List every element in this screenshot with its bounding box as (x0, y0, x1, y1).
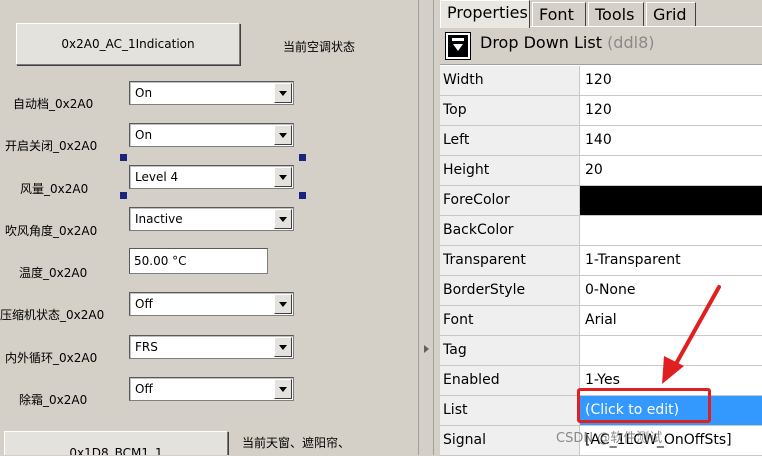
ac-status-caption: 当前空调状态 (283, 40, 356, 54)
chevron-down-icon[interactable] (274, 337, 292, 357)
forecolor-swatch[interactable] (580, 186, 762, 215)
property-value[interactable]: Arial (580, 306, 762, 335)
fan-level-dropdown[interactable]: Level 4 (129, 165, 294, 189)
selection-handle[interactable] (299, 192, 306, 199)
property-value[interactable]: 120 (580, 66, 762, 95)
compressor-dropdown[interactable]: Off (129, 292, 294, 316)
field-label-defrost: 除霜_0x2A0 (19, 393, 88, 407)
circulation-dropdown[interactable]: FRS (129, 335, 294, 359)
property-name: List (440, 396, 580, 425)
control-type: Drop Down List (480, 33, 602, 52)
property-inspector: Properties Font Tools Grid Drop Down Lis… (434, 0, 762, 456)
property-row-height[interactable]: Height 20 (440, 156, 762, 186)
property-row-backcolor[interactable]: BackColor (440, 216, 762, 246)
angle-dropdown-value: Inactive (135, 212, 183, 226)
chevron-down-icon[interactable] (274, 209, 292, 229)
field-label-auto: 自动档_0x2A0 (13, 97, 94, 111)
bcm1-button-label: 0x1D8_BCM1_1 (69, 446, 163, 455)
property-name: Enabled (440, 366, 580, 395)
property-row-forecolor[interactable]: ForeColor (440, 186, 762, 216)
property-name: BorderStyle (440, 276, 580, 305)
auto-dropdown[interactable]: On (129, 81, 294, 105)
compressor-dropdown-value: Off (135, 297, 153, 311)
property-value[interactable]: 0-None (580, 276, 762, 305)
property-value[interactable]: 20 (580, 156, 762, 185)
chevron-down-icon[interactable] (274, 83, 292, 103)
property-name: Transparent (440, 246, 580, 275)
temperature-value: 50.00 °C (134, 254, 187, 268)
onoff-dropdown[interactable]: On (129, 123, 294, 147)
property-name: Tag (440, 336, 580, 365)
ac-indication-button[interactable]: 0x2A0_AC_1Indication (16, 23, 240, 65)
field-label-onoff: 开启关闭_0x2A0 (5, 139, 98, 153)
tab-tools[interactable]: Tools (588, 2, 644, 27)
property-name: Width (440, 66, 580, 95)
selection-handle[interactable] (120, 192, 127, 199)
field-label-circulation: 内外循环_0x2A0 (5, 351, 98, 365)
chevron-down-icon[interactable] (274, 379, 292, 399)
tab-grid[interactable]: Grid (646, 2, 696, 27)
property-name: Font (440, 306, 580, 335)
panel-splitter[interactable] (418, 0, 434, 455)
field-label-fan: 风量_0x2A0 (20, 182, 89, 196)
property-name: BackColor (440, 216, 580, 245)
tab-font[interactable]: Font (532, 2, 586, 27)
property-row-borderstyle[interactable]: BorderStyle 0-None (440, 276, 762, 306)
property-name: Height (440, 156, 580, 185)
onoff-dropdown-value: On (135, 128, 153, 142)
defrost-dropdown-value: Off (135, 382, 153, 396)
circulation-dropdown-value: FRS (135, 340, 158, 354)
property-row-width[interactable]: Width 120 (440, 66, 762, 96)
property-row-top[interactable]: Top 120 (440, 96, 762, 126)
property-value[interactable] (580, 336, 762, 365)
property-value[interactable] (580, 216, 762, 245)
property-row-font[interactable]: Font Arial (440, 306, 762, 336)
chevron-right-icon[interactable] (424, 345, 429, 353)
design-canvas: 0x2A0_AC_1Indication 当前空调状态 自动档_0x2A0 On… (0, 0, 418, 455)
ac-indication-button-label: 0x2A0_AC_1Indication (61, 37, 195, 51)
temperature-field[interactable]: 50.00 °C (129, 248, 268, 274)
fan-level-dropdown-value: Level 4 (135, 170, 179, 184)
property-row-transparent[interactable]: Transparent 1-Transparent (440, 246, 762, 276)
auto-dropdown-value: On (135, 86, 153, 100)
property-name: ForeColor (440, 186, 580, 215)
property-row-tag[interactable]: Tag (440, 336, 762, 366)
selection-handle[interactable] (120, 154, 127, 161)
control-title: Drop Down List (ddl8) (480, 33, 654, 52)
chevron-down-icon[interactable] (274, 125, 292, 145)
watermark: CSDN @软件测试 (556, 431, 663, 446)
property-name: Left (440, 126, 580, 155)
property-row-left[interactable]: Left 140 (440, 126, 762, 156)
property-name: Top (440, 96, 580, 125)
tab-properties[interactable]: Properties (440, 0, 530, 28)
property-value[interactable]: 120 (580, 96, 762, 125)
field-label-angle: 吹风角度_0x2A0 (5, 224, 98, 238)
selected-control-header: Drop Down List (ddl8) (440, 27, 762, 65)
field-label-compressor: 压缩机状态_0x2A0 (0, 308, 105, 322)
annotation-highlight-box (577, 388, 711, 423)
property-value[interactable]: 140 (580, 126, 762, 155)
angle-dropdown[interactable]: Inactive (129, 207, 294, 231)
bcm1-caption: 当前天窗、遮阳帘、 (242, 436, 351, 450)
selection-handle[interactable] (299, 154, 306, 161)
control-name: (ddl8) (607, 33, 655, 52)
field-label-temp: 温度_0x2A0 (19, 266, 88, 280)
chevron-down-icon[interactable] (274, 294, 292, 314)
defrost-dropdown[interactable]: Off (129, 377, 294, 401)
dropdown-list-icon (445, 32, 471, 60)
property-value[interactable]: 1-Transparent (580, 246, 762, 275)
chevron-down-icon[interactable] (274, 167, 292, 187)
bcm1-button[interactable]: 0x1D8_BCM1_1 (4, 431, 228, 455)
